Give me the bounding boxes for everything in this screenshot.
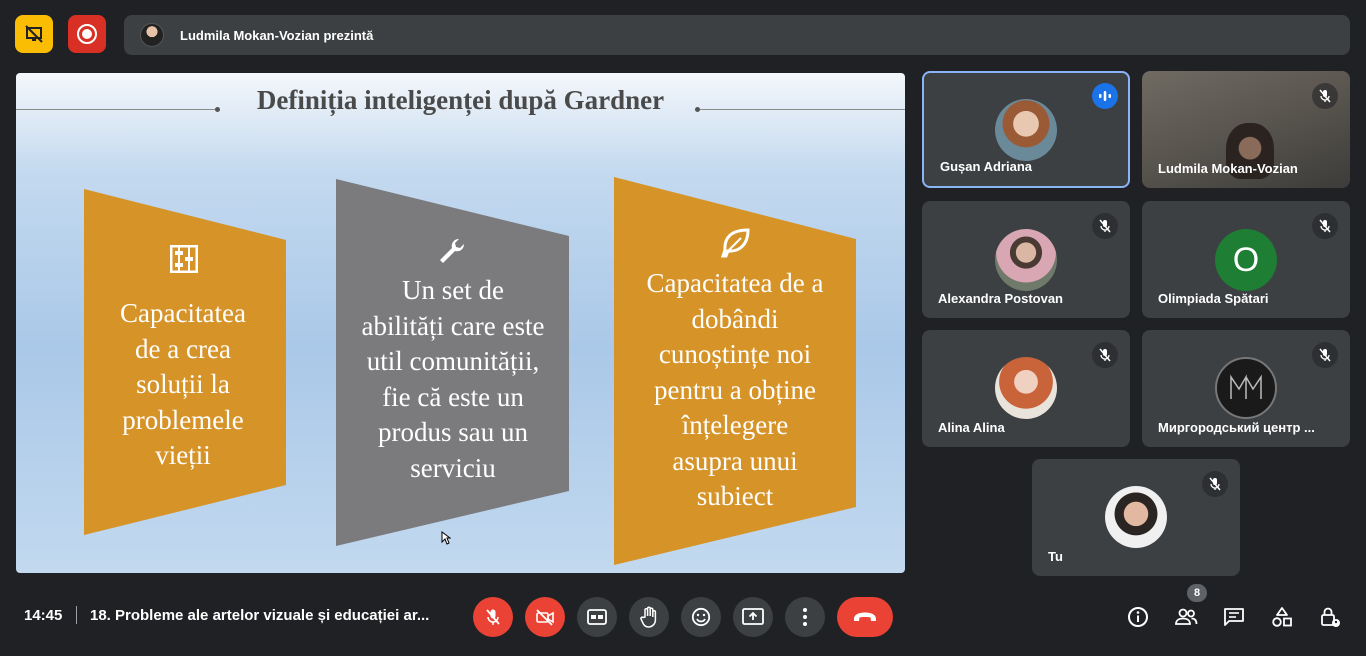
mic-off-icon [1099,348,1111,362]
card-3-line: înțelegere [681,410,789,440]
participant-name: Olimpiada Spătari [1158,291,1269,306]
card-3-line: pentru a obține [654,374,816,405]
avatar [995,229,1057,291]
mouse-cursor-icon [441,531,451,545]
speaking-indicator [1092,83,1118,109]
card-1-text: Capacitatea de a crea soluții la problem… [88,296,278,474]
mic-off-indicator [1202,471,1228,497]
card-3-line: dobândi [691,303,779,334]
card-2-line: serviciu [410,452,496,483]
participant-tile-myrhorod-center[interactable]: Миргородський центр ... [1142,330,1350,447]
card-2-line: Un set de [402,275,504,305]
present-now-button[interactable] [733,597,773,637]
mic-off-indicator [1312,83,1338,109]
participant-tile-ludmila-mokan-vozian[interactable]: Ludmila Mokan-Vozian [1142,71,1350,188]
audio-level-icon [1099,91,1111,101]
card-2-line: produs sau un [378,417,528,447]
card-2-text: Un set de abilități care este util comun… [338,273,568,486]
meeting-title: 18. Probleme ale artelor vizuale și educ… [90,607,430,624]
meeting-details-button[interactable] [1124,603,1152,631]
info-icon [1128,607,1148,627]
presenting-text: Ludmila Mokan-Vozian prezintă [180,27,374,43]
logo-icon [1230,374,1262,399]
card-1-line: problemele [122,404,244,435]
participant-count-badge: 8 [1187,584,1207,602]
mic-off-icon [1319,89,1331,103]
abacus-icon [170,245,198,273]
participant-name: Миргородський центр ... [1158,420,1315,435]
recording-button[interactable] [68,15,106,53]
card-1-line: de a crea [135,333,231,364]
mic-off-icon [1319,219,1331,233]
meeting-clock: 14:45 [24,607,63,624]
presenting-banner: Ludmila Mokan-Vozian prezintă [124,15,1350,55]
card-3-text: Capacitatea de a dobândi cunoștințe noi … [618,266,852,515]
card-1-line: vieții [155,440,211,470]
footer-divider [76,606,77,624]
hang-up-icon [854,612,876,621]
participant-name: Gușan Adriana [940,159,1032,174]
participant-name: Alina Alina [938,420,1005,435]
avatar [995,99,1057,161]
participant-name: Tu [1048,549,1063,564]
lock-person-icon [1321,607,1340,627]
card-2-line: abilități care este [361,310,545,341]
presentation-off-icon [25,25,43,43]
mic-off-indicator [1092,213,1118,239]
closed-captions-icon [587,609,607,625]
avatar-initial: O [1215,229,1277,291]
emoji-icon [691,607,711,627]
raise-hand-button[interactable] [629,597,669,637]
microphone-toggle-button[interactable] [473,597,513,637]
participant-tile-alina-alina[interactable]: Alina Alina [922,330,1130,447]
card-1-line: Capacitatea [120,298,246,328]
avatar [1105,486,1167,548]
participant-tile-gusan-adriana[interactable]: Gușan Adriana [922,71,1130,188]
present-screen-icon [742,608,764,625]
participant-tile-olimpiada-spatari[interactable]: O Olimpiada Spătari [1142,201,1350,318]
avatar-logo [1215,357,1277,419]
mic-off-indicator [1312,342,1338,368]
participant-name: Ludmila Mokan-Vozian [1158,161,1298,176]
more-options-button[interactable] [785,597,825,637]
leave-call-button[interactable] [837,597,893,637]
card-3-line: cunoștințe noi [658,339,812,369]
camera-toggle-button[interactable] [525,597,565,637]
chat-button[interactable] [1220,603,1248,631]
card-2-line: fie că este un [382,381,524,412]
shapes-icon [1272,607,1292,627]
chat-icon [1224,608,1244,626]
leaf-icon [721,228,750,258]
presenter-avatar [140,23,164,47]
hand-icon [640,606,657,628]
people-button[interactable] [1172,603,1200,631]
camera-off-icon [536,609,554,626]
presentation-slide: Definiția inteligenței după Gardner Capa… [16,73,905,573]
people-icon [1175,608,1198,625]
mic-off-indicator [1312,213,1338,239]
more-vert-icon [803,608,807,626]
wrench-icon [440,238,465,263]
record-icon [77,24,97,44]
reactions-button[interactable] [681,597,721,637]
participant-tile-alexandra-postovan[interactable]: Alexandra Postovan [922,201,1130,318]
participant-name: Alexandra Postovan [938,291,1063,306]
activities-button[interactable] [1268,603,1296,631]
card-3-line: Capacitatea de a [646,268,824,298]
avatar [995,357,1057,419]
mic-off-icon [1319,348,1331,362]
mic-off-indicator [1092,342,1118,368]
host-controls-button[interactable] [1316,603,1344,631]
mic-off-icon [1099,219,1111,233]
mic-off-icon [486,609,500,625]
captions-button[interactable] [577,597,617,637]
card-3-line: asupra unui [672,445,798,476]
card-2-line: util comunității, [366,346,540,376]
hide-presentation-button[interactable] [15,15,53,53]
participant-tile-self[interactable]: Tu [1032,459,1240,576]
card-3-line: subiect [696,481,774,511]
mic-off-icon [1209,477,1221,491]
card-1-line: soluții la [136,369,230,399]
